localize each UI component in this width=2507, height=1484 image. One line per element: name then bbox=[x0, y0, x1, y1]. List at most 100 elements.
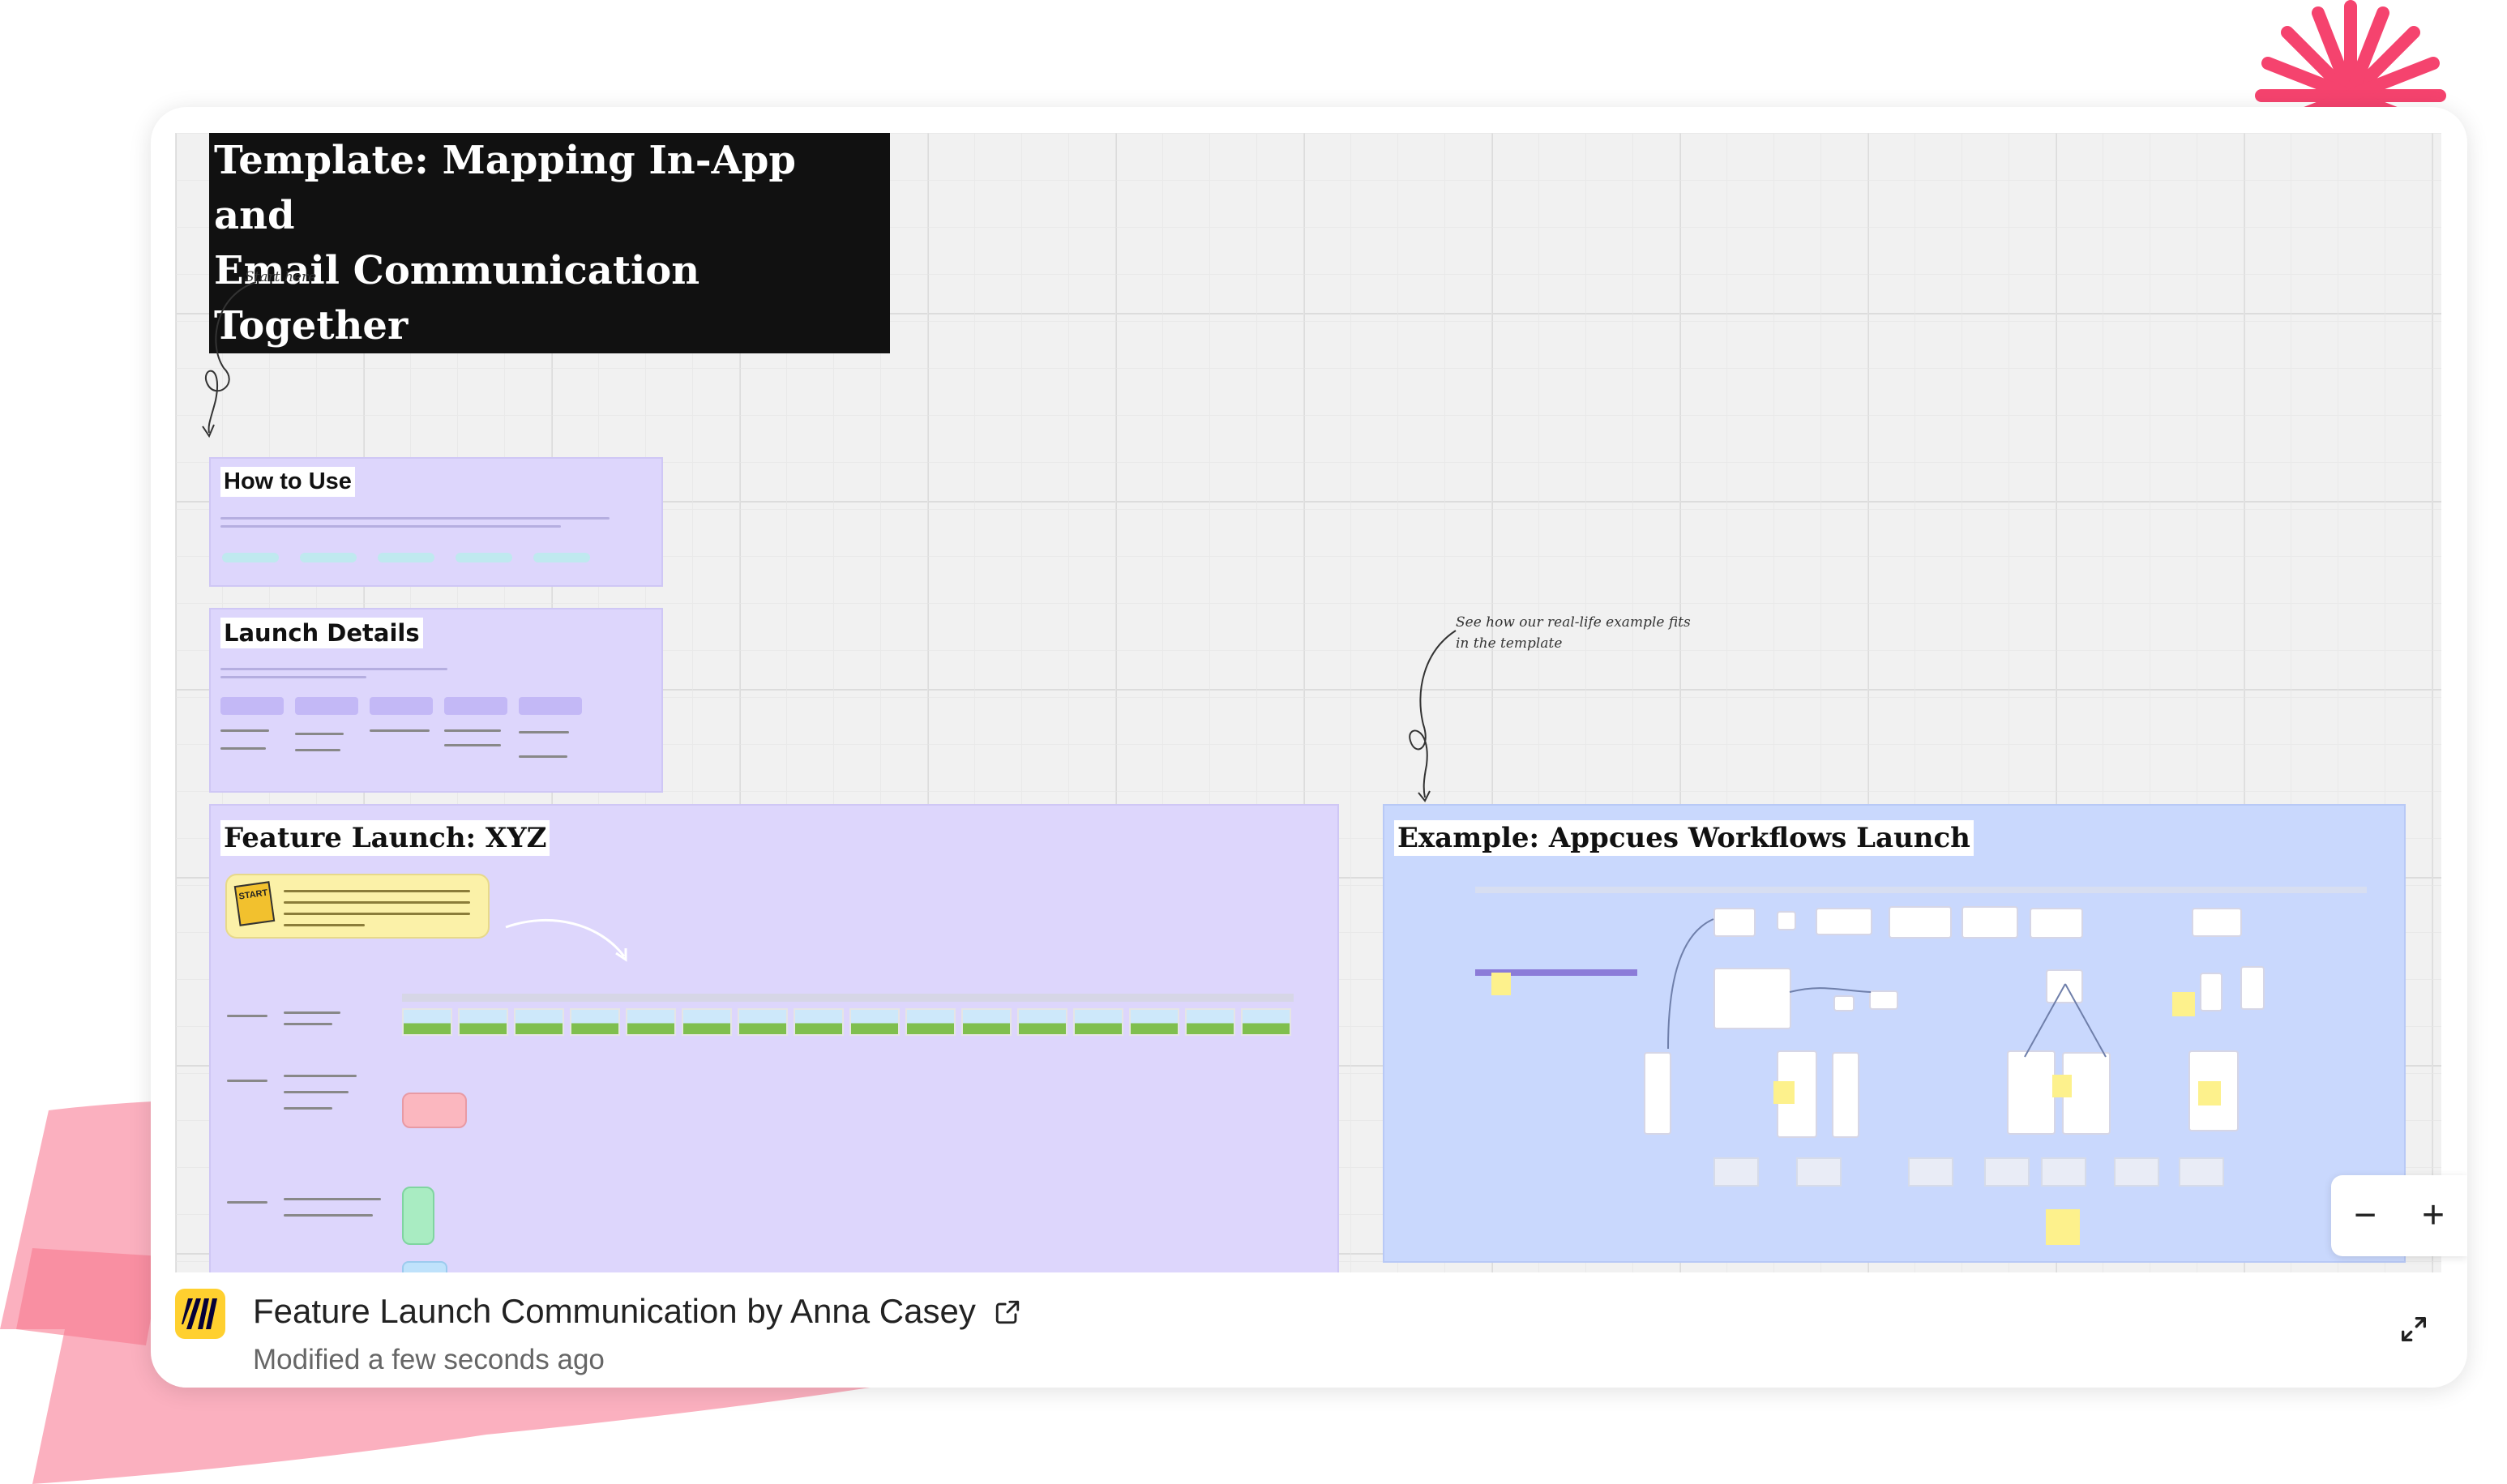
text-line bbox=[284, 1198, 381, 1200]
text-line bbox=[519, 731, 569, 733]
text-line bbox=[220, 668, 447, 670]
board-name-text: Feature Launch Communication by Anna Cas… bbox=[253, 1292, 976, 1330]
text-line bbox=[295, 733, 344, 735]
text-line bbox=[295, 749, 340, 751]
expand-icon[interactable] bbox=[2398, 1313, 2430, 1345]
row-label-line bbox=[227, 1015, 267, 1017]
how-to-use-frame[interactable]: How to Use bbox=[209, 457, 663, 587]
text-line bbox=[370, 729, 430, 732]
modified-timestamp: Modified a few seconds ago bbox=[253, 1344, 605, 1375]
detail-pill bbox=[519, 697, 582, 715]
placeholder-card bbox=[2114, 1157, 2159, 1187]
sticky-note bbox=[2052, 1075, 2072, 1097]
detail-pill bbox=[370, 697, 433, 715]
flow-connectors bbox=[1667, 918, 2107, 1058]
start-arrow-icon bbox=[202, 281, 257, 438]
screenshot-tile-row bbox=[402, 1008, 1294, 1041]
placeholder-card bbox=[1984, 1157, 2030, 1187]
curved-arrow-icon bbox=[505, 918, 627, 962]
text-line bbox=[284, 1011, 340, 1014]
placeholder-card bbox=[1796, 1157, 1842, 1187]
board-canvas[interactable]: Template: Mapping In-App and Email Commu… bbox=[175, 133, 2441, 1272]
screenshot-tile bbox=[905, 1008, 956, 1036]
board-title-line1: Template: Mapping In-App and bbox=[214, 138, 796, 238]
flow-card bbox=[2192, 908, 2242, 937]
zoom-out-button[interactable]: − bbox=[2354, 1196, 2377, 1235]
screenshot-tile bbox=[458, 1008, 508, 1036]
launch-details-frame[interactable]: Launch Details bbox=[209, 608, 663, 793]
feature-launch-frame[interactable]: Feature Launch: XYZ START bbox=[209, 804, 1339, 1272]
flow-card bbox=[2240, 966, 2265, 1010]
text-line bbox=[220, 676, 366, 678]
text-line bbox=[284, 1023, 332, 1025]
board-embed-card: Template: Mapping In-App and Email Commu… bbox=[151, 107, 2467, 1388]
how-to-use-title: How to Use bbox=[220, 467, 355, 497]
screenshot-tile bbox=[849, 1008, 900, 1036]
screenshot-tile bbox=[570, 1008, 620, 1036]
email-card bbox=[402, 1093, 467, 1128]
text-line bbox=[284, 1091, 349, 1093]
screenshot-tile bbox=[682, 1008, 732, 1036]
launch-details-title: Launch Details bbox=[220, 618, 423, 648]
screenshot-tile bbox=[1073, 1008, 1123, 1036]
embed-footer: Feature Launch Communication by Anna Cas… bbox=[175, 1272, 2441, 1388]
timeline-bar bbox=[402, 994, 1294, 1002]
detail-pill bbox=[220, 697, 284, 715]
sticky-note bbox=[1491, 973, 1511, 995]
miro-logo-icon[interactable] bbox=[175, 1289, 225, 1339]
sticky-note bbox=[1773, 1081, 1795, 1104]
screenshot-tile bbox=[961, 1008, 1012, 1036]
screenshot-tile bbox=[794, 1008, 844, 1036]
start-sticky: START bbox=[225, 874, 490, 939]
screenshot-tile bbox=[402, 1008, 452, 1036]
step-pill bbox=[378, 553, 434, 562]
row-label-line bbox=[227, 1201, 267, 1204]
sticky-note bbox=[2046, 1209, 2080, 1245]
example-note-line1: See how our real-life example fits bbox=[1456, 614, 1691, 631]
row-label-line bbox=[227, 1080, 267, 1082]
text-line bbox=[284, 1214, 373, 1217]
detail-pill bbox=[295, 697, 358, 715]
text-line bbox=[220, 525, 561, 528]
text-line bbox=[284, 890, 470, 892]
miro-mark-icon bbox=[182, 1298, 217, 1329]
external-link-icon bbox=[995, 1300, 1019, 1324]
feature-launch-title: Feature Launch: XYZ bbox=[220, 820, 550, 856]
step-pill bbox=[533, 553, 590, 562]
text-line bbox=[220, 747, 266, 750]
text-line bbox=[284, 901, 470, 904]
zoom-in-button[interactable]: + bbox=[2422, 1196, 2445, 1235]
screenshot-tile bbox=[626, 1008, 676, 1036]
in-app-card bbox=[402, 1187, 434, 1245]
step-pill bbox=[222, 553, 279, 562]
zoom-controls: − + bbox=[2331, 1175, 2467, 1256]
text-line bbox=[220, 729, 269, 732]
board-name-link[interactable]: Feature Launch Communication by Anna Cas… bbox=[253, 1292, 1021, 1331]
example-arrow-icon bbox=[1409, 630, 1457, 802]
example-frame[interactable]: Example: Appcues Workflows Launch bbox=[1383, 804, 2406, 1263]
screenshot-tile bbox=[1185, 1008, 1235, 1036]
placeholder-card bbox=[1713, 1157, 1759, 1187]
screenshot-tile bbox=[1129, 1008, 1179, 1036]
example-title: Example: Appcues Workflows Launch bbox=[1394, 820, 1974, 856]
flow-card bbox=[2200, 973, 2223, 1011]
text-line bbox=[519, 755, 567, 758]
example-note-line2: in the template bbox=[1456, 635, 1563, 652]
screenshot-tile bbox=[1017, 1008, 1067, 1036]
text-line bbox=[284, 1107, 332, 1110]
text-line bbox=[284, 913, 470, 915]
text-line bbox=[284, 1075, 357, 1077]
text-line bbox=[220, 517, 610, 520]
placeholder-card bbox=[1908, 1157, 1953, 1187]
sticky-note bbox=[2198, 1081, 2221, 1106]
detail-pill bbox=[444, 697, 507, 715]
embed-stage: Template: Mapping In-App and Email Commu… bbox=[0, 0, 2507, 1484]
screenshot-tile bbox=[514, 1008, 564, 1036]
timeline-bar bbox=[1475, 887, 2367, 893]
screenshot-tile bbox=[738, 1008, 788, 1036]
board-title-line2: Email Communication Together bbox=[214, 248, 700, 349]
step-pill bbox=[456, 553, 512, 562]
text-line bbox=[444, 744, 501, 746]
board-title-box: Template: Mapping In-App and Email Commu… bbox=[209, 133, 890, 353]
text-line bbox=[284, 924, 365, 926]
